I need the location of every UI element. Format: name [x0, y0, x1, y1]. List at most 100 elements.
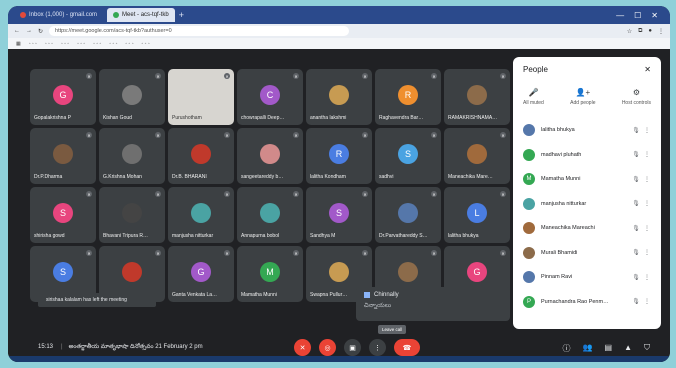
- more-vert-icon[interactable]: ⋮: [643, 200, 651, 207]
- bookmark-item[interactable]: ◦ ◦ ◦: [125, 41, 133, 47]
- person-name: Mamatha Munni: [541, 176, 581, 183]
- more-vert-icon[interactable]: ⋮: [643, 127, 651, 134]
- participant-name: Dr.Parvathareddy S…: [379, 233, 428, 239]
- more-vert-icon[interactable]: ⋮: [643, 298, 651, 305]
- participant-tile[interactable]: ✕ M Mamatha Munni: [237, 246, 303, 302]
- host-controls-action[interactable]: ⚙ Host controls: [622, 88, 651, 106]
- participant-tile[interactable]: ✕ Llalitha bhukya: [444, 187, 510, 243]
- mic-muted-icon: ✕: [500, 73, 506, 79]
- people-panel: People ✕ 🎤 All muted 👤+ Add people ⚙ Hos…: [513, 57, 661, 329]
- participant-tile[interactable]: ✕ R Raghavendra Bar…: [375, 69, 441, 125]
- mic-muted-icon: ✕: [362, 191, 368, 197]
- new-tab-icon[interactable]: +: [179, 10, 184, 20]
- mic-muted-icon[interactable]: 🎙: [629, 200, 643, 207]
- mic-muted-icon[interactable]: 🎙: [629, 249, 643, 256]
- mic-muted-icon: ✕: [86, 132, 92, 138]
- avatar: [467, 144, 487, 164]
- camera-toggle-button[interactable]: ◎: [319, 339, 336, 356]
- more-vert-icon[interactable]: ⋮: [643, 176, 651, 183]
- bookmark-item[interactable]: ◦ ◦ ◦: [93, 41, 101, 47]
- leave-call-button[interactable]: ☎: [394, 339, 420, 356]
- people-list-item[interactable]: Murali Bhamidi 🎙 ⋮: [523, 241, 651, 266]
- mic-muted-icon[interactable]: 🎙: [629, 127, 643, 134]
- back-icon[interactable]: ←: [14, 28, 20, 34]
- gmail-icon: [20, 12, 26, 18]
- participant-tile[interactable]: ✕ G.Krishna Mohan: [99, 128, 165, 184]
- bookmark-item[interactable]: ◦ ◦ ◦: [142, 41, 150, 47]
- bookmark-item[interactable]: ◦ ◦ ◦: [109, 41, 117, 47]
- participant-tile[interactable]: ✕ Maneachika Mare…: [444, 128, 510, 184]
- mic-muted-icon[interactable]: 🎙: [629, 176, 643, 183]
- mic-icon: 🎤: [528, 88, 539, 97]
- participant-name: Kishan Goud: [103, 115, 132, 121]
- more-options-button[interactable]: ⋮: [369, 339, 386, 356]
- menu-icon[interactable]: ⋮: [658, 28, 664, 35]
- participant-tile[interactable]: ✕ anantha lakshmi: [306, 69, 372, 125]
- people-list-item[interactable]: lalitha bhukya 🎙 ⋮: [523, 118, 651, 143]
- participant-tile[interactable]: ✕ manjusha nitturkar: [168, 187, 234, 243]
- participant-name: lalitha Kondham: [310, 174, 346, 180]
- participant-tile[interactable]: ✕ Annapurna bobol: [237, 187, 303, 243]
- reload-icon[interactable]: ↻: [38, 28, 43, 35]
- people-list-item[interactable]: Pinnam Ravi 🎙 ⋮: [523, 265, 651, 290]
- people-list-item[interactable]: manjusha nitturkar 🎙 ⋮: [523, 192, 651, 217]
- people-icon[interactable]: 👥: [583, 343, 593, 354]
- bookmark-item[interactable]: ◦ ◦ ◦: [77, 41, 85, 47]
- mic-toggle-button[interactable]: ✕: [294, 339, 311, 356]
- shield-icon[interactable]: ⛉: [644, 343, 650, 354]
- url-input[interactable]: https://meet.google.com/acs-tqf-tkb?auth…: [49, 26, 350, 36]
- participant-tile[interactable]: ✕ Dr.B. BHARANI: [168, 128, 234, 184]
- participant-tile[interactable]: ✕ Ssadhvi: [375, 128, 441, 184]
- close-window-icon[interactable]: ✕: [651, 11, 658, 20]
- mic-muted-icon[interactable]: 🎙: [629, 225, 643, 232]
- extensions-icon[interactable]: ⧉: [638, 28, 642, 35]
- close-panel-icon[interactable]: ✕: [644, 65, 651, 74]
- add-people-action[interactable]: 👤+ Add people: [570, 88, 595, 106]
- more-vert-icon[interactable]: ⋮: [643, 249, 651, 256]
- people-list-item[interactable]: M Mamatha Munni 🎙 ⋮: [523, 167, 651, 192]
- profile-icon[interactable]: ●: [648, 28, 652, 35]
- mic-muted-icon[interactable]: 🎙: [629, 274, 643, 281]
- bookmark-item[interactable]: ◦ ◦ ◦: [29, 41, 37, 47]
- participant-tile[interactable]: ✕ Cchowrapalli Deep…: [237, 69, 303, 125]
- mic-muted-icon: ✕: [155, 73, 161, 79]
- participant-tile[interactable]: ✕ sangeetareddy b…: [237, 128, 303, 184]
- mic-muted-icon[interactable]: 🎙: [629, 151, 643, 158]
- participant-tile[interactable]: ✕ Kishan Goud: [99, 69, 165, 125]
- participant-name: manjusha nitturkar: [172, 233, 214, 239]
- maximize-icon[interactable]: ☐: [634, 11, 641, 20]
- star-icon[interactable]: ☆: [627, 28, 632, 35]
- participant-tile[interactable]: ✕ Sshirisha gowd: [30, 187, 96, 243]
- chat-message-popup[interactable]: Chinnally చిన్నాయలు: [356, 287, 510, 321]
- chat-bubble-icon[interactable]: ▤: [605, 343, 613, 354]
- participant-tile[interactable]: ✕ S Sandhya M: [306, 187, 372, 243]
- participant-tile[interactable]: ✕ Rlalitha Kondham: [306, 128, 372, 184]
- mute-all-action[interactable]: 🎤 All muted: [523, 88, 544, 106]
- participant-tile[interactable]: ✕ Bhavani Tripura R…: [99, 187, 165, 243]
- more-vert-icon[interactable]: ⋮: [643, 151, 651, 158]
- more-vert-icon[interactable]: ⋮: [643, 225, 651, 232]
- minimize-icon[interactable]: —: [616, 11, 624, 20]
- browser-tab-meet[interactable]: Meet - acs-tqf-tkb: [107, 8, 175, 22]
- activities-icon[interactable]: ▲: [624, 343, 632, 354]
- participant-tile[interactable]: ✕ RAMAKRISHNAMA…: [444, 69, 510, 125]
- people-list-item[interactable]: P Purnachandra Rao Penm… 🎙 ⋮: [523, 290, 651, 315]
- avatar: [329, 262, 349, 282]
- browser-tab-gmail[interactable]: Inbox (1,000) - gmail.com: [14, 8, 103, 22]
- people-list-item[interactable]: madhavi pluhath 🎙 ⋮: [523, 143, 651, 168]
- mic-muted-icon[interactable]: 🎙: [629, 298, 643, 305]
- forward-icon[interactable]: →: [26, 28, 32, 34]
- bookmark-item[interactable]: ◦ ◦ ◦: [61, 41, 69, 47]
- participant-tile[interactable]: ✕ Purushotham: [168, 69, 234, 125]
- info-icon[interactable]: ⓘ: [563, 343, 571, 354]
- participant-tile[interactable]: ✕ G Gopalakrishna P: [30, 69, 96, 125]
- bookmark-item[interactable]: ◦ ◦ ◦: [45, 41, 53, 47]
- participant-tile[interactable]: ✕ G Ganta Venkata La…: [168, 246, 234, 302]
- avatar: [260, 144, 280, 164]
- participant-tile[interactable]: ✕ Dr.Parvathareddy S…: [375, 187, 441, 243]
- participant-tile[interactable]: ✕ Dr.P.Dharma: [30, 128, 96, 184]
- more-vert-icon[interactable]: ⋮: [643, 274, 651, 281]
- present-button[interactable]: ▣: [344, 339, 361, 356]
- people-list-item[interactable]: Maneachika Mareachi 🎙 ⋮: [523, 216, 651, 241]
- apps-icon[interactable]: ▦: [16, 41, 21, 47]
